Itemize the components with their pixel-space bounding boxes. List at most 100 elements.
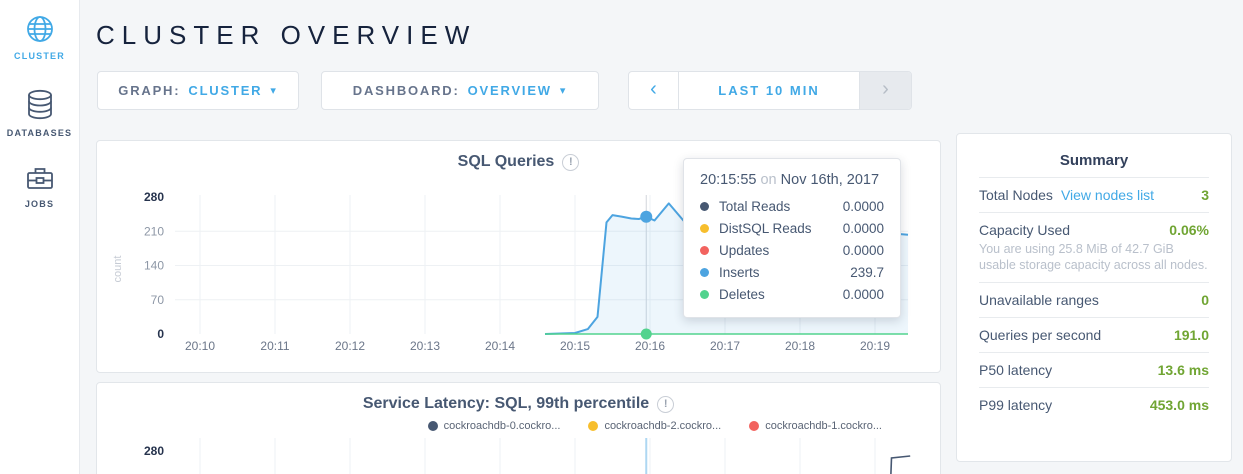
svg-text:0: 0 [157, 327, 164, 341]
briefcase-icon [25, 165, 55, 193]
svg-text:20:19: 20:19 [860, 339, 890, 353]
summary-row-capacity-used: Capacity Used 0.06% You are using 25.8 M… [979, 212, 1209, 282]
tooltip-series-name: Inserts [719, 265, 850, 280]
summary-row-total-nodes: Total Nodes View nodes list 3 [979, 177, 1209, 212]
tooltip-row: Updates 0.0000 [700, 239, 884, 261]
sidebar-item-jobs[interactable]: JOBS [0, 165, 80, 209]
graph-dropdown[interactable]: GRAPH: CLUSTER ▾ [97, 71, 299, 110]
tooltip-timestamp: 20:15:55 on Nov 16th, 2017 [700, 172, 884, 188]
summary-label: Capacity Used [979, 222, 1070, 238]
summary-value: 13.6 ms [1158, 362, 1209, 378]
summary-row-queries-per-second: Queries per second 191.0 [979, 317, 1209, 352]
svg-text:20:18: 20:18 [785, 339, 815, 353]
series-dot-icon [428, 421, 438, 431]
time-range-label-button[interactable]: LAST 10 MIN [679, 72, 859, 109]
legend-label: cockroachdb-2.cockro... [604, 420, 721, 432]
series-dot-icon [700, 268, 709, 277]
chevron-left-icon: ‹ [650, 78, 657, 101]
graph-dropdown-value: CLUSTER [188, 83, 262, 98]
time-range-selector: ‹ LAST 10 MIN › [628, 71, 912, 110]
chart-legend: cockroachdb-0.cockro... cockroachdb-2.co… [97, 420, 940, 432]
summary-panel: Summary Total Nodes View nodes list 3 Ca… [956, 133, 1232, 462]
sidebar: CLUSTER DATABASES JOBS [0, 0, 80, 474]
sidebar-item-cluster[interactable]: CLUSTER [0, 13, 80, 61]
svg-text:280: 280 [144, 444, 164, 458]
tooltip-series-value: 239.7 [850, 265, 884, 280]
service-latency-chart-panel: Service Latency: SQL, 99th percentile ! … [96, 382, 941, 474]
chevron-down-icon: ▾ [270, 84, 277, 97]
capacity-subtext: You are using 25.8 MiB of 42.7 GiB usabl… [979, 241, 1209, 273]
chart-title: SQL Queries [458, 153, 555, 171]
time-range-label: LAST 10 MIN [718, 83, 819, 98]
svg-text:20:17: 20:17 [710, 339, 740, 353]
legend-item[interactable]: cockroachdb-1.cockro... [749, 420, 882, 432]
tooltip-row: Inserts 239.7 [700, 261, 884, 283]
summary-value: 191.0 [1174, 327, 1209, 343]
chart-hover-tooltip: 20:15:55 on Nov 16th, 2017 Total Reads 0… [683, 158, 901, 318]
svg-text:20:13: 20:13 [410, 339, 440, 353]
svg-text:280: 280 [144, 190, 164, 204]
time-range-prev-button[interactable]: ‹ [629, 72, 679, 109]
tooltip-conjunction: on [760, 172, 776, 188]
controls-bar: GRAPH: CLUSTER ▾ DASHBOARD: OVERVIEW ▾ ‹… [97, 71, 912, 110]
info-icon[interactable]: ! [657, 396, 674, 413]
database-icon [24, 88, 56, 122]
summary-row-p50-latency: P50 latency 13.6 ms [979, 352, 1209, 387]
svg-text:210: 210 [144, 224, 164, 238]
summary-title: Summary [979, 148, 1209, 177]
tooltip-series-value: 0.0000 [843, 199, 884, 214]
dashboard-dropdown-value: OVERVIEW [468, 83, 552, 98]
dashboard-dropdown-label: DASHBOARD: [353, 83, 460, 98]
svg-text:count: count [112, 256, 124, 283]
series-dot-icon [700, 290, 709, 299]
legend-item[interactable]: cockroachdb-2.cockro... [588, 420, 721, 432]
tooltip-time: 20:15:55 [700, 172, 756, 188]
dashboard-dropdown[interactable]: DASHBOARD: OVERVIEW ▾ [321, 71, 599, 110]
tooltip-series-name: Updates [719, 243, 843, 258]
summary-value: 3 [1201, 187, 1209, 203]
svg-text:20:15: 20:15 [560, 339, 590, 353]
tooltip-series-value: 0.0000 [843, 243, 884, 258]
tooltip-series-name: Deletes [719, 287, 843, 302]
legend-label: cockroachdb-1.cockro... [765, 420, 882, 432]
globe-icon [24, 13, 56, 45]
tooltip-series-value: 0.0000 [843, 287, 884, 302]
graph-dropdown-label: GRAPH: [118, 83, 180, 98]
svg-text:20:11: 20:11 [260, 339, 289, 353]
summary-label: P50 latency [979, 362, 1052, 378]
summary-value: 0.06% [1169, 222, 1209, 238]
chevron-right-icon: › [882, 78, 889, 101]
svg-text:140: 140 [144, 259, 164, 273]
series-dot-icon [588, 421, 598, 431]
chevron-down-icon: ▾ [560, 84, 567, 97]
summary-label: Queries per second [979, 327, 1101, 343]
tooltip-series-name: Total Reads [719, 199, 843, 214]
chart-title: Service Latency: SQL, 99th percentile [363, 395, 649, 413]
page-title: CLUSTER OVERVIEW [96, 20, 476, 51]
info-icon[interactable]: ! [562, 154, 579, 171]
summary-row-p99-latency: P99 latency 453.0 ms [979, 387, 1209, 422]
sidebar-item-label: JOBS [25, 199, 54, 209]
sidebar-item-databases[interactable]: DATABASES [0, 88, 80, 138]
tooltip-date: Nov 16th, 2017 [781, 172, 879, 188]
svg-text:20:10: 20:10 [185, 339, 215, 353]
series-dot-icon [700, 224, 709, 233]
svg-text:20:16: 20:16 [635, 339, 665, 353]
svg-text:70: 70 [151, 293, 165, 307]
tooltip-series-value: 0.0000 [843, 221, 884, 236]
series-dot-icon [700, 202, 709, 211]
series-dot-icon [700, 246, 709, 255]
legend-item[interactable]: cockroachdb-0.cockro... [428, 420, 561, 432]
tooltip-series-name: DistSQL Reads [719, 221, 843, 236]
view-nodes-list-link[interactable]: View nodes list [1061, 187, 1154, 203]
summary-label: Unavailable ranges [979, 292, 1099, 308]
sidebar-item-label: DATABASES [7, 128, 72, 138]
svg-text:20:12: 20:12 [335, 339, 365, 353]
time-range-next-button-disabled[interactable]: › [859, 72, 911, 109]
series-dot-icon [749, 421, 759, 431]
service-latency-plot[interactable]: 280 [97, 438, 942, 474]
sql-queries-chart-panel: SQL Queries ! 20:1020:1120:1220:1320:142… [96, 140, 941, 373]
main-content: CLUSTER OVERVIEW GRAPH: CLUSTER ▾ DASHBO… [80, 0, 1243, 474]
tooltip-row: Deletes 0.0000 [700, 283, 884, 305]
summary-value: 0 [1201, 292, 1209, 308]
